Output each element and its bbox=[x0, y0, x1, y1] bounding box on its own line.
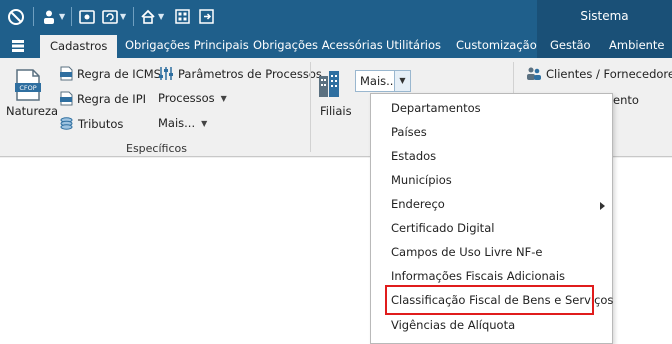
tributos-button[interactable]: Tributos bbox=[59, 116, 123, 131]
parametros-processos-button[interactable]: Parâmetros de Processos bbox=[158, 66, 322, 81]
exit-icon[interactable] bbox=[199, 6, 214, 27]
svg-text:CFOP: CFOP bbox=[19, 84, 36, 92]
chevron-down-icon: ▼ bbox=[220, 93, 227, 103]
quick-access-bar: ▼ ▼ ▼ Sistema bbox=[0, 0, 672, 33]
regra-icms-label: Regra de ICMS bbox=[77, 66, 161, 81]
tributos-label: Tributos bbox=[78, 116, 124, 131]
natureza-icon[interactable]: CFOP bbox=[14, 69, 42, 105]
menu-item-campos-uso-livre[interactable]: Campos de Uso Livre NF-e bbox=[391, 245, 542, 259]
partial-ribbon-label: ento bbox=[613, 93, 639, 107]
menu-item-informacoes-fiscais[interactable]: Informações Fiscais Adicionais bbox=[391, 269, 565, 283]
coins-icon bbox=[59, 116, 74, 131]
app-menu-icon bbox=[12, 39, 24, 52]
icms-icon bbox=[59, 66, 73, 81]
ipi-icon bbox=[59, 91, 73, 106]
mais-label: Mais... bbox=[158, 116, 196, 130]
tab-obrigacoes-acessorias[interactable]: Obrigações Acessórias bbox=[253, 33, 383, 58]
natureza-label[interactable]: Natureza bbox=[6, 104, 58, 118]
submenu-arrow-icon bbox=[600, 202, 605, 210]
processos-label: Processos bbox=[158, 91, 215, 105]
toolbar-separator bbox=[71, 7, 72, 26]
menu-item-paises[interactable]: Países bbox=[391, 125, 427, 139]
eye-icon[interactable] bbox=[79, 6, 95, 27]
refresh-icon[interactable]: ▼ bbox=[102, 6, 126, 27]
clientes-fornecedores-label: Clientes / Fornecedores bbox=[546, 66, 672, 81]
menu-item-certificado-digital[interactable]: Certificado Digital bbox=[391, 221, 494, 235]
tab-customizacao[interactable]: Customização bbox=[456, 33, 537, 58]
chevron-down-icon: ▼ bbox=[158, 12, 165, 21]
menu-item-estados[interactable]: Estados bbox=[391, 149, 436, 163]
app-menu-button[interactable] bbox=[0, 33, 36, 58]
people-icon bbox=[526, 66, 542, 81]
ban-icon[interactable] bbox=[7, 6, 25, 27]
filiais-icon[interactable] bbox=[318, 70, 340, 102]
filiais-label[interactable]: Filiais bbox=[320, 104, 352, 118]
regra-ipi-label: Regra de IPI bbox=[77, 91, 147, 106]
ribbon-tabs: Cadastros Obrigações Principais Obrigaçõ… bbox=[0, 33, 672, 58]
tab-cadastros[interactable]: Cadastros bbox=[40, 35, 118, 58]
tab-gestao[interactable]: Gestão bbox=[550, 33, 591, 58]
mais-combo-label: Mais... bbox=[360, 74, 398, 88]
regra-icms-button[interactable]: Regra de ICMS bbox=[59, 66, 161, 81]
application-window: ▼ ▼ ▼ Sistema Cadastros Obrigações Princ… bbox=[0, 0, 672, 344]
menu-item-municipios[interactable]: Municípios bbox=[391, 173, 452, 187]
users-icon[interactable]: ▼ bbox=[41, 6, 65, 27]
chevron-down-icon: ▼ bbox=[201, 118, 208, 128]
system-label: Sistema bbox=[537, 0, 672, 33]
highlight-box bbox=[385, 285, 594, 315]
group-separator bbox=[310, 62, 311, 152]
clientes-fornecedores-button[interactable]: Clientes / Fornecedores bbox=[526, 66, 672, 81]
toolbar-separator bbox=[33, 7, 34, 26]
mais-combo[interactable]: Mais... ▼ bbox=[355, 70, 411, 92]
group-label-especificos: Específicos bbox=[126, 142, 187, 155]
home-icon[interactable]: ▼ bbox=[140, 6, 164, 27]
processos-dropdown[interactable]: Processos ▼ bbox=[158, 91, 227, 105]
regra-ipi-button[interactable]: Regra de IPI bbox=[59, 91, 146, 106]
parametros-processos-label: Parâmetros de Processos bbox=[178, 66, 322, 81]
toolbar-separator bbox=[133, 7, 134, 26]
mais-dropdown[interactable]: Mais... ▼ bbox=[158, 116, 207, 130]
menu-item-endereco[interactable]: Endereço bbox=[391, 197, 445, 211]
chevron-down-icon: ▼ bbox=[59, 12, 66, 21]
menu-item-vigencias-aliquota[interactable]: Vigências de Alíquota bbox=[391, 318, 515, 332]
tab-utilitarios[interactable]: Utilitários bbox=[386, 33, 441, 58]
tab-obrigacoes-principais[interactable]: Obrigações Principais bbox=[125, 33, 249, 58]
tab-ambiente[interactable]: Ambiente bbox=[609, 33, 665, 58]
partial-ribbon-item[interactable]: ento bbox=[613, 93, 639, 107]
sliders-icon bbox=[158, 66, 174, 81]
menu-item-departamentos[interactable]: Departamentos bbox=[391, 101, 481, 115]
chevron-down-icon: ▼ bbox=[120, 12, 127, 21]
grid-icon[interactable] bbox=[175, 6, 190, 27]
chevron-down-icon[interactable]: ▼ bbox=[394, 71, 410, 91]
